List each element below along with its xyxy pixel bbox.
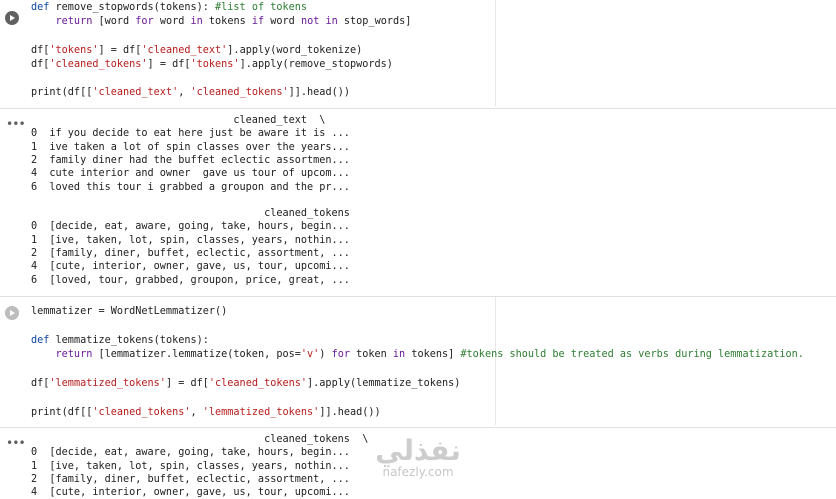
code-token: 'lemmatized_tokens' bbox=[49, 378, 166, 389]
code-token: 'cleaned_tokens' bbox=[190, 87, 289, 99]
run-cell-button[interactable] bbox=[5, 11, 19, 25]
code-token: #list of tokens bbox=[215, 2, 308, 13]
code-token: 'lemmatized_tokens' bbox=[202, 406, 320, 418]
code-token: for bbox=[135, 16, 154, 28]
code-token: ].apply(remove_stopwords) bbox=[239, 58, 393, 70]
output-line: 2 family diner had the buffet eclectic a… bbox=[31, 154, 350, 166]
code-token: not in bbox=[300, 16, 338, 28]
code-token: token bbox=[349, 349, 393, 361]
output-line: 6 loved this tour i grabbed a groupon an… bbox=[31, 181, 350, 193]
code-token: stop_words] bbox=[337, 16, 412, 28]
more-horiz-icon[interactable]: ••• bbox=[6, 437, 26, 449]
code-token: lemmatize_tokens(tokens): bbox=[49, 334, 209, 346]
code-token: 'tokens' bbox=[190, 58, 240, 70]
output-line: cleaned_tokens bbox=[31, 208, 350, 220]
code-line: return [lemmatizer.lemmatize(token, pos=… bbox=[31, 349, 804, 361]
code-token: 'cleaned_text' bbox=[92, 87, 179, 99]
code-token: return bbox=[31, 16, 93, 28]
code-token: 'tokens' bbox=[49, 44, 99, 56]
code-line: print(df[['cleaned_tokens', 'lemmatized_… bbox=[31, 407, 381, 419]
output-line: 6 [loved, tour, grabbed, groupon, price,… bbox=[31, 274, 350, 286]
output-line: cleaned_tokens \ bbox=[31, 434, 369, 445]
code-token: return bbox=[31, 349, 93, 361]
code-token: df[ bbox=[31, 58, 50, 70]
code-token: in bbox=[190, 16, 203, 28]
watermark-url: nafezly.com bbox=[382, 465, 454, 479]
code-line: def remove_stopwords(tokens): #list of t… bbox=[31, 2, 307, 14]
code-token: 'v' bbox=[300, 349, 320, 361]
code-line: df['cleaned_tokens'] = df['tokens'].appl… bbox=[31, 59, 393, 71]
code-token: ].apply(word_tokenize) bbox=[227, 44, 363, 56]
code-token: #tokens should be treated as verbs durin… bbox=[460, 349, 804, 361]
code-line: lemmatizer = WordNetLemmatizer() bbox=[31, 306, 227, 318]
code-token: df[ bbox=[31, 44, 50, 56]
output-line: 2 [family, diner, buffet, eclectic, asso… bbox=[31, 248, 350, 259]
code-line: df['tokens'] = df['cleaned_text'].apply(… bbox=[31, 45, 362, 57]
output-line: 0 [decide, eat, aware, going, take, hour… bbox=[31, 447, 350, 459]
code-token: 'cleaned_text' bbox=[141, 44, 228, 56]
code-token: ]].head()) bbox=[288, 87, 350, 99]
code-line: def lemmatize_tokens(tokens): bbox=[31, 335, 209, 347]
output-line: 0 if you decide to eat here just be awar… bbox=[31, 128, 350, 140]
code-token: 'cleaned_tokens' bbox=[92, 406, 191, 418]
play-icon bbox=[10, 310, 15, 316]
watermark-logo: نفذلي bbox=[375, 434, 461, 467]
output-line: cleaned_text \ bbox=[31, 115, 326, 126]
code-token: word bbox=[153, 16, 191, 28]
code-cell-1[interactable]: def remove_stopwords(tokens): #list of t… bbox=[0, 0, 836, 108]
code-token: [lemmatizer.lemmatize(token, pos= bbox=[92, 349, 301, 361]
code-token: ] = df[ bbox=[165, 378, 209, 389]
code-token: 'cleaned_tokens' bbox=[208, 378, 308, 389]
more-horiz-icon[interactable]: ••• bbox=[6, 118, 26, 130]
code-token: remove_stopwords(tokens): bbox=[49, 2, 216, 13]
output-line: 1 [ive, taken, lot, spin, classes, years… bbox=[31, 234, 350, 246]
code-token: , bbox=[190, 406, 203, 418]
output-line: 1 [ive, taken, lot, spin, classes, years… bbox=[31, 460, 350, 472]
output-line: 0 [decide, eat, aware, going, take, hour… bbox=[31, 221, 350, 233]
code-line: return [word for word in tokens if word … bbox=[31, 16, 412, 28]
code-line: df['lemmatized_tokens'] = df['cleaned_to… bbox=[31, 378, 460, 390]
play-icon bbox=[10, 15, 15, 21]
code-line: print(df[['cleaned_text', 'cleaned_token… bbox=[31, 87, 350, 99]
code-token: , bbox=[178, 87, 191, 99]
code-token: ] = df[ bbox=[98, 44, 142, 56]
code-token: print(df[[ bbox=[31, 406, 93, 418]
code-token: for bbox=[331, 349, 350, 361]
code-token: def bbox=[31, 2, 50, 13]
code-cell-2[interactable]: lemmatizer = WordNetLemmatizer() def lemm… bbox=[0, 297, 836, 427]
ruler-line bbox=[495, 0, 496, 106]
code-token: tokens] bbox=[405, 349, 461, 361]
code-token: word bbox=[264, 16, 301, 28]
output-line: 2 [family, diner, buffet, eclectic, asso… bbox=[31, 473, 350, 485]
code-token: if bbox=[251, 16, 265, 28]
code-token: ) bbox=[319, 349, 332, 361]
watermark: نفذلي nafezly.com bbox=[368, 434, 468, 479]
code-token: [word bbox=[92, 16, 136, 28]
output-line: 4 [cute, interior, owner, gave, us, tour… bbox=[31, 261, 350, 273]
code-token: df[ bbox=[31, 378, 50, 389]
run-cell-button[interactable] bbox=[5, 306, 19, 320]
code-token: def bbox=[31, 334, 50, 346]
output-line: 4 cute interior and owner gave us tour o… bbox=[31, 168, 350, 180]
code-token: ].apply(lemmatize_tokens) bbox=[307, 378, 461, 389]
code-token: lemmatizer = WordNetLemmatizer() bbox=[31, 306, 228, 317]
code-token: ] = df[ bbox=[147, 58, 191, 70]
code-token: print(df[[ bbox=[31, 87, 93, 99]
output-line: 1 ive taken a lot of spin classes over t… bbox=[31, 141, 350, 153]
output-area-1: ••• cleaned_text \ 0 if you decide to eat… bbox=[0, 109, 836, 296]
output-line: 4 [cute, interior, owner, gave, us, tour… bbox=[31, 487, 350, 499]
code-token: tokens bbox=[202, 16, 252, 28]
code-token: 'cleaned_tokens' bbox=[49, 58, 148, 70]
code-token: ]].head()) bbox=[319, 406, 381, 418]
code-token: in bbox=[392, 349, 406, 361]
